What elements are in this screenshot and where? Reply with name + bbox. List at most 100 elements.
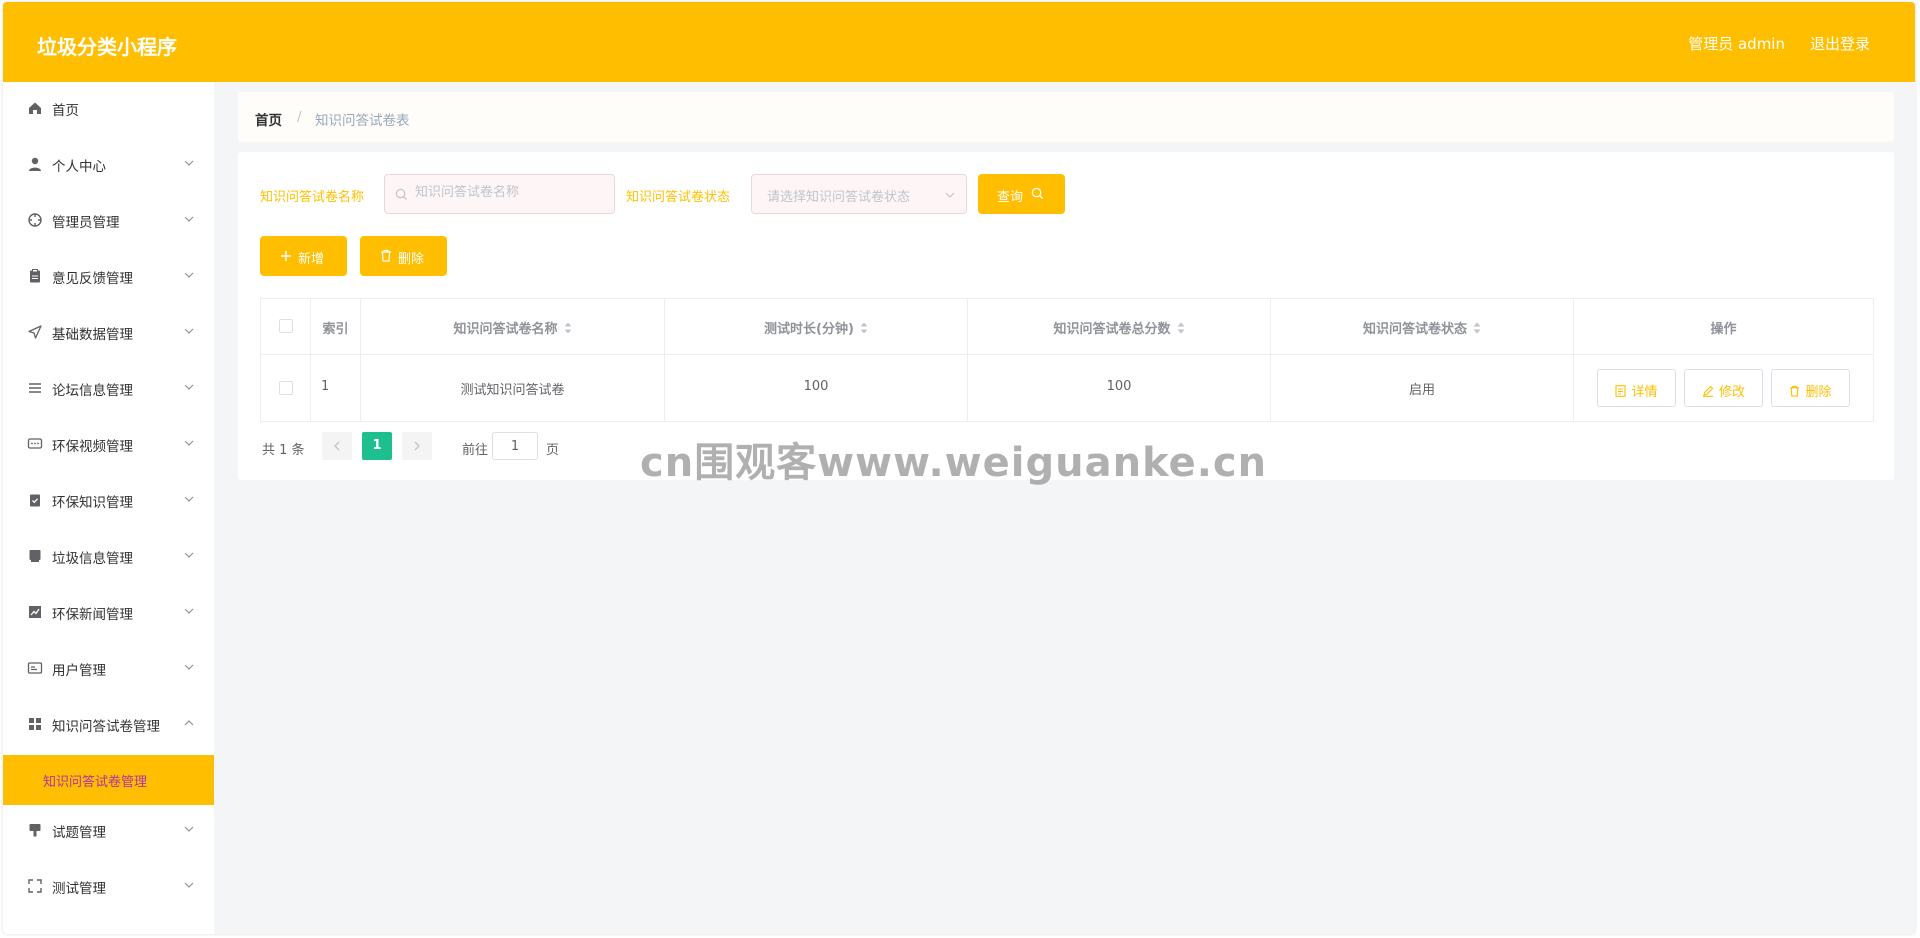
- sidebar-item-label: 知识问答试卷管理: [52, 719, 160, 735]
- search-icon: [1031, 187, 1044, 200]
- table-cell-name: 测试知识问答试卷: [361, 355, 665, 421]
- sidebar-item-personal-center[interactable]: 个人中心: [3, 144, 214, 184]
- breadcrumb: 首页 / 知识问答试卷表: [238, 92, 1894, 142]
- sidebar-item-quiz-paper-management[interactable]: 知识问答试卷管理: [3, 704, 214, 744]
- sort-icon[interactable]: [1473, 322, 1481, 334]
- column-header: 操作: [1710, 322, 1737, 337]
- pagination-total: 共 1 条: [262, 443, 305, 458]
- chevron-down-icon: [184, 440, 194, 446]
- sidebar-item-label: 垃圾信息管理: [52, 551, 133, 567]
- table-header-score[interactable]: 知识问答试卷总分数: [968, 299, 1271, 355]
- chevron-down-icon: [184, 328, 194, 334]
- sidebar-item-label: 测试管理: [52, 881, 106, 897]
- chart-icon: [29, 606, 41, 618]
- box-icon: [29, 550, 41, 562]
- sidebar-item-label: 管理员管理: [52, 215, 120, 231]
- breadcrumb-separator: /: [297, 109, 302, 125]
- row-checkbox[interactable]: [279, 381, 293, 395]
- edit-button[interactable]: 修改: [1684, 369, 1763, 407]
- detail-button[interactable]: 详情: [1597, 369, 1676, 407]
- name-search-label: 知识问答试卷名称: [260, 190, 365, 205]
- sidebar-item-feedback-management[interactable]: 意见反馈管理: [3, 256, 214, 296]
- query-button[interactable]: 查询: [978, 174, 1065, 214]
- status-select[interactable]: 请选择知识问答试卷状态: [751, 174, 967, 214]
- sidebar-item-forum-management[interactable]: 论坛信息管理: [3, 368, 214, 408]
- table-cell-index: 1: [311, 355, 361, 421]
- chevron-down-icon: [184, 496, 194, 502]
- batch-delete-button[interactable]: 删除: [360, 236, 447, 276]
- select-all-checkbox[interactable]: [279, 319, 293, 333]
- edit-icon: [1702, 385, 1714, 397]
- pagination-page-suffix: 页: [546, 443, 560, 458]
- table-header-name[interactable]: 知识问答试卷名称: [361, 299, 665, 355]
- list-icon: [29, 383, 41, 393]
- column-header: 测试时长(分钟): [764, 322, 854, 337]
- sidebar-subitem-quiz-paper[interactable]: 知识问答试卷管理: [3, 755, 214, 805]
- clipboard-icon: [30, 269, 40, 283]
- chat-icon: [27, 438, 43, 449]
- prev-page-button[interactable]: [322, 432, 352, 460]
- sidebar-subitem-label: 知识问答试卷管理: [43, 775, 148, 790]
- current-user: 管理员 admin: [1688, 35, 1785, 53]
- delete-button[interactable]: 删除: [1771, 369, 1850, 407]
- chevron-down-icon: [184, 272, 194, 278]
- table-header-actions: 操作: [1574, 299, 1873, 355]
- sidebar-item-label: 基础数据管理: [52, 327, 133, 343]
- sort-icon[interactable]: [860, 322, 868, 334]
- sidebar-item-label: 意见反馈管理: [52, 271, 133, 287]
- sidebar-item-label: 试题管理: [52, 825, 106, 841]
- grid-icon: [29, 718, 41, 730]
- chevron-right-icon: [414, 441, 420, 451]
- logout-link[interactable]: 退出登录: [1810, 33, 1870, 54]
- trash-icon: [1790, 385, 1800, 397]
- sidebar-item-home[interactable]: 首页: [3, 88, 214, 128]
- checklist-icon: [30, 494, 40, 507]
- column-header: 索引: [322, 322, 349, 337]
- brush-icon: [29, 824, 41, 837]
- add-button[interactable]: 新增: [260, 236, 347, 276]
- sidebar-item-user-management[interactable]: 用户管理: [3, 648, 214, 688]
- trash-icon: [381, 249, 391, 262]
- status-select-placeholder: 请选择知识问答试卷状态: [767, 190, 911, 205]
- top-header: 垃圾分类小程序 管理员 admin 退出登录: [3, 2, 1915, 82]
- chevron-down-icon: [945, 192, 955, 198]
- sidebar-item-video-management[interactable]: 环保视频管理: [3, 424, 214, 464]
- sidebar-item-news-management[interactable]: 环保新闻管理: [3, 592, 214, 632]
- sidebar-item-knowledge-management[interactable]: 环保知识管理: [3, 480, 214, 520]
- sidebar-item-basic-data-management[interactable]: 基础数据管理: [3, 312, 214, 352]
- sort-icon[interactable]: [1177, 322, 1185, 334]
- sidebar-item-label: 环保视频管理: [52, 439, 133, 455]
- app-frame: 垃圾分类小程序 管理员 admin 退出登录 首页 个人中心 管理员管理 意见反…: [3, 2, 1915, 934]
- sidebar-item-label: 用户管理: [52, 663, 106, 679]
- sort-icon[interactable]: [564, 322, 572, 334]
- pagination-goto-input[interactable]: [492, 432, 538, 460]
- search-icon: [395, 188, 408, 201]
- table-header-status[interactable]: 知识问答试卷状态: [1271, 299, 1574, 355]
- edit-button-label: 修改: [1718, 385, 1745, 400]
- chevron-up-icon: [184, 720, 194, 726]
- sidebar-item-label: 论坛信息管理: [52, 383, 133, 399]
- chevron-left-icon: [334, 441, 340, 451]
- chevron-down-icon: [184, 552, 194, 558]
- sidebar-item-garbage-management[interactable]: 垃圾信息管理: [3, 536, 214, 576]
- breadcrumb-home[interactable]: 首页: [255, 109, 282, 129]
- table-header-duration[interactable]: 测试时长(分钟): [665, 299, 968, 355]
- table-header-select: [261, 299, 311, 355]
- table-row: [261, 355, 311, 421]
- name-search-field[interactable]: [384, 174, 615, 214]
- sidebar-item-label: 环保新闻管理: [52, 607, 133, 623]
- name-search-input[interactable]: [415, 185, 615, 200]
- watermark: cn围观客www.weiguanke.cn: [640, 440, 1268, 486]
- sidebar-item-test-management[interactable]: 测试管理: [3, 866, 214, 906]
- sidebar-item-question-management[interactable]: 试题管理: [3, 810, 214, 850]
- home-icon: [29, 102, 41, 114]
- next-page-button[interactable]: [402, 432, 432, 460]
- table-cell-actions: 详情 修改 删除: [1574, 355, 1873, 421]
- chevron-down-icon: [184, 664, 194, 670]
- sidebar-item-admin-management[interactable]: 管理员管理: [3, 200, 214, 240]
- quiz-paper-table: 索引 知识问答试卷名称 测试时长(分钟) 知识问答试卷总分数 知识问答试卷状态 …: [260, 298, 1874, 422]
- status-search-label: 知识问答试卷状态: [626, 190, 731, 205]
- page-number-button[interactable]: 1: [362, 432, 392, 460]
- column-header: 知识问答试卷状态: [1362, 322, 1467, 337]
- query-button-label: 查询: [997, 190, 1024, 205]
